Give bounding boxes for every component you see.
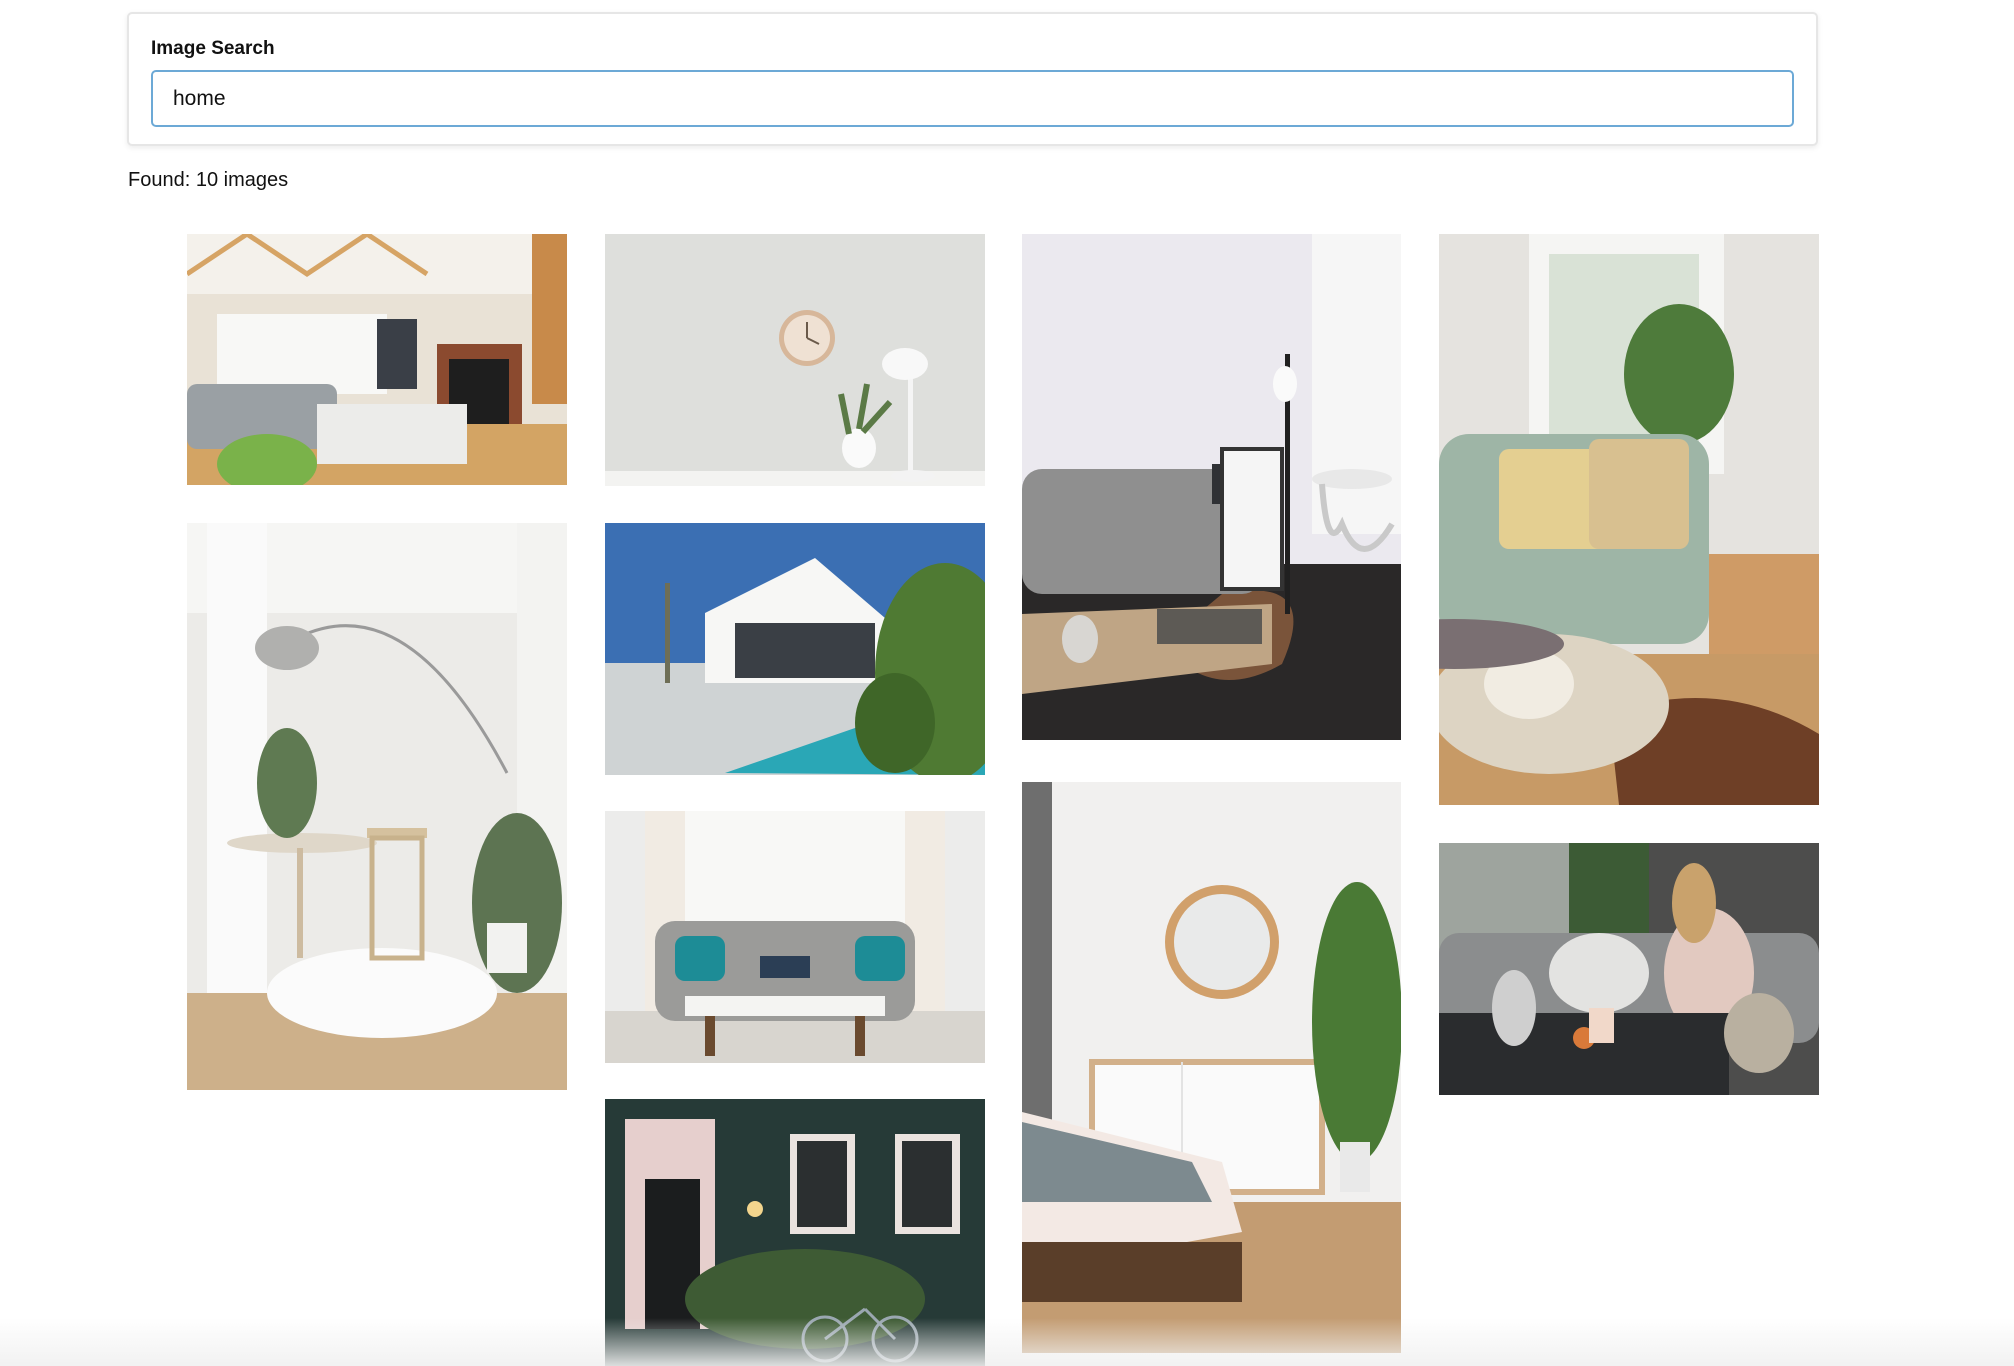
woman-on-sofa-with-dog-image[interactable]: [1439, 843, 1819, 1095]
results-count: Found: 10 images: [128, 169, 289, 191]
green-house-front-door-bicycle-image[interactable]: [605, 1099, 985, 1366]
gray-tufted-sofa-living-room-image[interactable]: [605, 811, 985, 1063]
image-gallery: [0, 0, 2014, 1366]
bedroom-round-mirror-image[interactable]: [1022, 782, 1401, 1353]
white-dining-corner-image[interactable]: [187, 523, 567, 1090]
green-sofa-french-bulldog-image[interactable]: [1439, 234, 1819, 805]
image-search-label: Image Search: [151, 38, 275, 59]
image-search-panel: Image Search: [127, 12, 1818, 146]
wall-clock-desk-lamp-image[interactable]: [605, 234, 985, 486]
modern-white-villa-pool-image[interactable]: [605, 523, 985, 775]
living-room-fireplace-image[interactable]: [187, 234, 567, 485]
bottom-scroll-fade: [0, 1318, 2014, 1366]
image-search-input[interactable]: [151, 70, 1794, 127]
gray-sofa-coffee-table-image[interactable]: [1022, 234, 1401, 740]
